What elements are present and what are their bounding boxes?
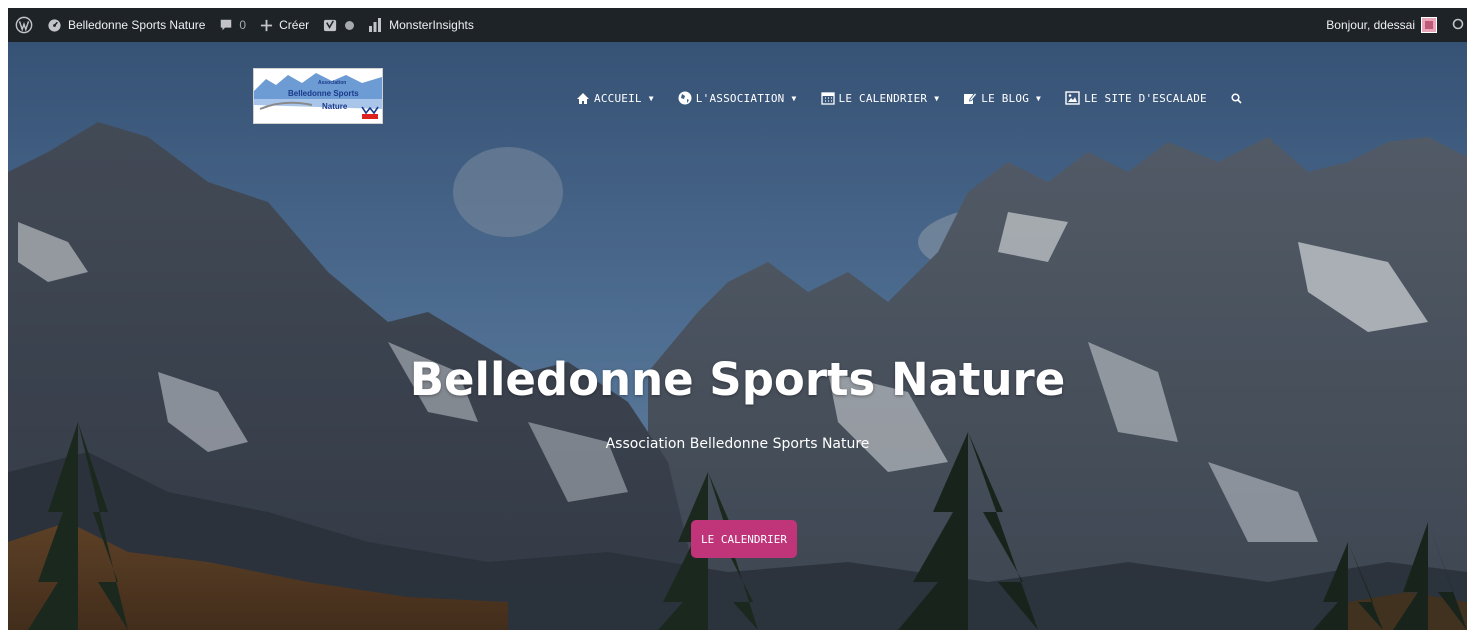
nav-item-accueil[interactable]: ACCUEIL ▼ — [576, 92, 654, 105]
logo-line-3: Nature — [322, 102, 348, 111]
comments-count: 0 — [239, 18, 247, 32]
admin-search[interactable] — [1444, 8, 1467, 42]
nav-item-site-escalade[interactable]: LE SITE D'ESCALADE — [1065, 91, 1207, 105]
search-icon — [1452, 18, 1464, 30]
nav-label: L'ASSOCIATION — [695, 91, 785, 105]
logo-line-1: Association — [318, 80, 347, 86]
site-logo[interactable]: Association Belledonne Sports Nature — [253, 68, 383, 124]
greeting-text: Bonjour, ddessai — [1326, 18, 1415, 32]
wordpress-icon — [15, 16, 33, 34]
calendar-icon — [820, 92, 835, 105]
calendar-cta-button[interactable]: LE CALENDRIER — [691, 520, 797, 558]
nav-item-calendrier[interactable]: LE CALENDRIER ▼ — [820, 91, 940, 105]
new-content-menu[interactable]: Créer — [253, 8, 316, 42]
admin-bar: Belledonne Sports Nature 0 Créer Monster… — [8, 8, 1467, 42]
nav-label: ACCUEIL — [594, 91, 642, 105]
wordpress-menu[interactable] — [8, 8, 40, 42]
home-icon — [577, 92, 589, 104]
site-name: Belledonne Sports Nature — [68, 18, 206, 32]
create-label: Créer — [279, 18, 310, 32]
dashboard-icon — [48, 18, 61, 32]
plugin-label: MonsterInsights — [389, 18, 474, 32]
comment-icon — [221, 19, 232, 31]
main-navigation: ACCUEIL ▼ L'ASSOCIATION ▼ LE CALENDRIER … — [576, 86, 1246, 110]
yoast-menu[interactable] — [316, 8, 361, 42]
chevron-down-icon: ▼ — [934, 93, 940, 103]
avatar — [1421, 17, 1437, 33]
image-icon — [1065, 91, 1080, 105]
search-icon — [1231, 92, 1242, 104]
logo-line-2: Belledonne Sports — [288, 89, 359, 98]
site-name-menu[interactable]: Belledonne Sports Nature — [40, 8, 212, 42]
hero-section: Association Belledonne Sports Nature ACC… — [8, 42, 1467, 630]
yoast-icon — [324, 19, 337, 31]
chevron-down-icon: ▼ — [648, 93, 654, 103]
edit-icon — [964, 92, 978, 104]
nav-label: LE CALENDRIER — [838, 91, 928, 105]
bar-chart-icon — [369, 18, 382, 32]
chevron-down-icon: ▼ — [1036, 93, 1042, 103]
monsterinsights-menu[interactable]: MonsterInsights — [361, 8, 481, 42]
my-account-menu[interactable]: Bonjour, ddessai — [1319, 8, 1444, 42]
browser-viewport: Belledonne Sports Nature 0 Créer Monster… — [8, 8, 1467, 630]
nav-label: LE BLOG — [981, 91, 1030, 105]
hero-title: Belledonne Sports Nature — [409, 353, 1066, 406]
plus-icon — [261, 19, 273, 31]
nav-item-association[interactable]: L'ASSOCIATION ▼ — [678, 91, 797, 105]
hero-subtitle: Association Belledonne Sports Nature — [605, 436, 870, 452]
seo-status-dot — [345, 20, 355, 30]
comments-menu[interactable]: 0 — [212, 8, 253, 42]
nav-item-blog[interactable]: LE BLOG ▼ — [963, 91, 1041, 105]
nav-label: LE SITE D'ESCALADE — [1084, 91, 1207, 105]
nav-search-button[interactable] — [1231, 92, 1246, 104]
globe-icon — [678, 91, 692, 105]
ffme-badge-icon — [361, 106, 379, 119]
chevron-down-icon: ▼ — [791, 93, 797, 103]
